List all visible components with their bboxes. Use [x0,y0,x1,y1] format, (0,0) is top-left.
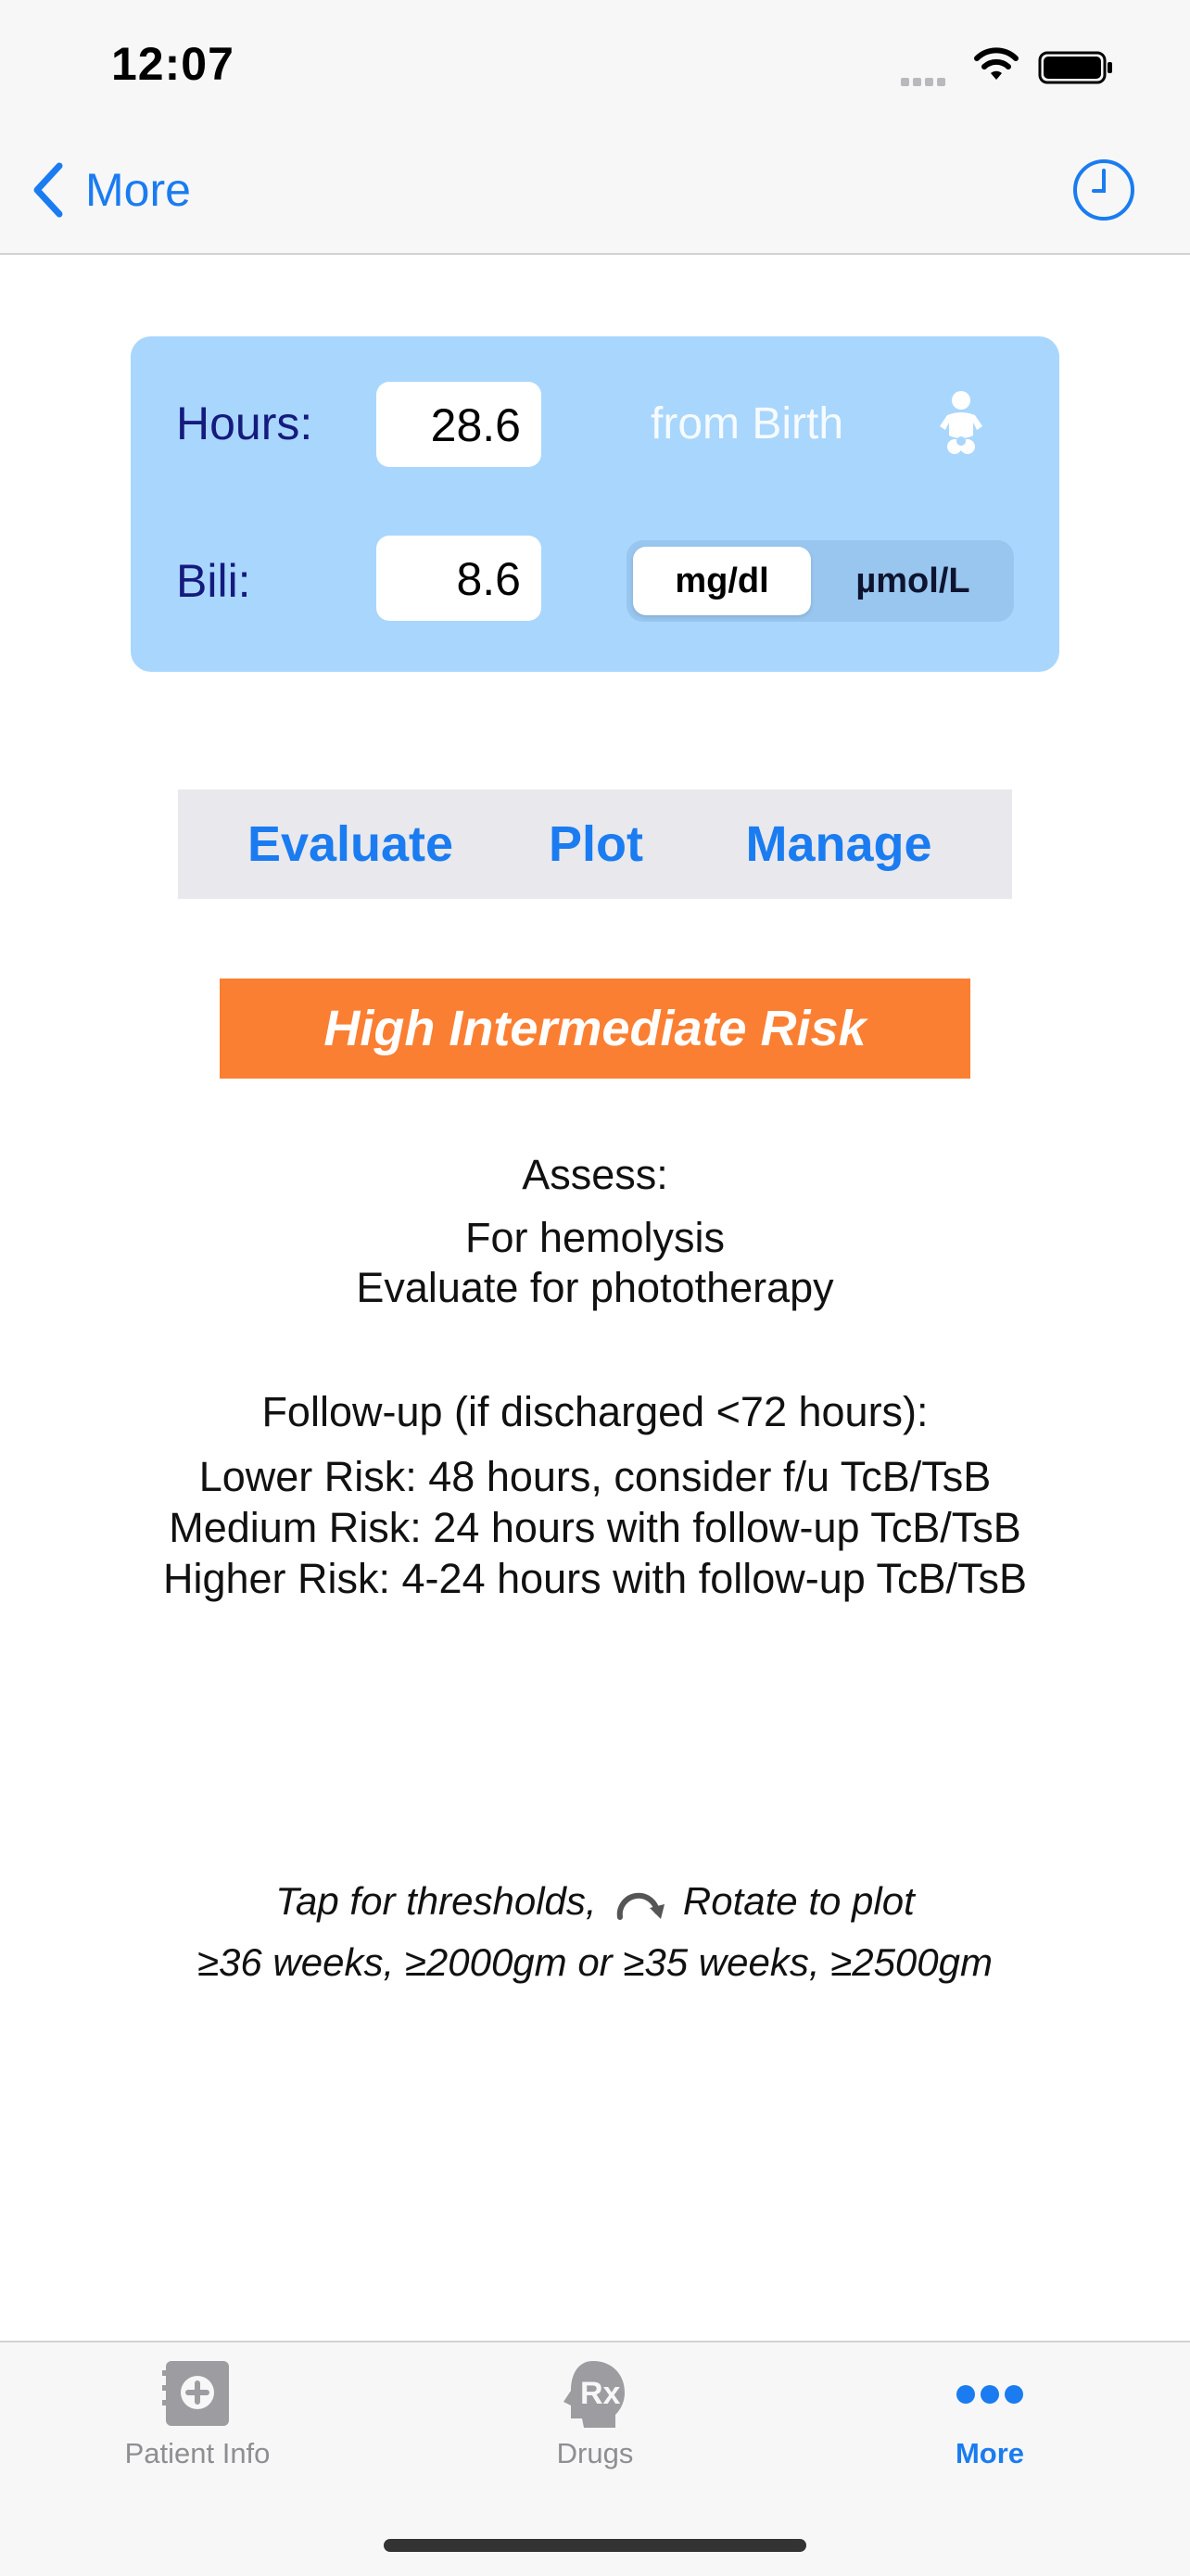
chevron-left-icon [33,162,63,218]
rotate-icon [617,1892,665,1920]
criteria-text: ≥36 weeks, ≥2000gm or ≥35 weeks, ≥2500gm [197,1940,993,1984]
more-dots-icon [956,2385,1023,2404]
hours-label: Hours: [176,398,313,449]
followup-item: Higher Risk: 4-24 hours with follow-up T… [162,1555,1028,1602]
back-label: More [85,164,191,216]
rotate-hint: Rotate to plot [682,1879,915,1923]
battery-icon [1038,51,1112,84]
assess-item: For hemolysis [464,1214,726,1261]
assess-heading: Assess: [522,1151,668,1198]
svg-text:Rx: Rx [580,2376,621,2411]
unit-option-mgdl[interactable]: mg/dl [633,547,811,615]
drugs-rx-icon: Rx [563,2361,625,2428]
cellular-signal-icon [901,74,956,86]
hint-line: Tap for thresholds, Rotate to plot [0,1879,1190,1928]
tab-plot[interactable]: Plot [519,789,673,899]
tabbar-item-more[interactable]: More [851,2357,1129,2470]
home-indicator [384,2539,806,2552]
hours-input[interactable]: 28.6 [376,382,541,467]
status-time: 12:07 [111,38,234,90]
risk-banner[interactable]: High Intermediate Risk [220,979,970,1079]
back-button[interactable]: More [32,158,191,222]
assess-item: Evaluate for phototherapy [356,1264,834,1311]
history-clock-icon[interactable] [1071,158,1136,222]
tabbar-item-drugs[interactable]: Rx Drugs [456,2357,734,2470]
followup-item: Lower Risk: 48 hours, consider f/u TcB/T… [198,1453,992,1500]
followup-heading: Follow-up (if discharged <72 hours): [261,1388,929,1435]
tabbar-item-patient-info[interactable]: Patient Info [58,2357,336,2470]
patient-info-icon [162,2361,229,2426]
bili-label: Bili: [176,555,251,607]
unit-option-umoll[interactable]: µmol/L [816,547,1010,615]
followup-item: Medium Risk: 24 hours with follow-up TcB… [169,1504,1021,1551]
tabbar-label: More [955,2437,1025,2469]
tabbar-label: Patient Info [124,2437,271,2469]
from-birth-label: from Birth [651,399,844,448]
tabbar-label: Drugs [556,2437,634,2469]
bili-input[interactable]: 8.6 [376,536,541,621]
tap-thresholds-hint[interactable]: Tap for thresholds, [275,1879,596,1923]
tab-evaluate[interactable]: Evaluate [222,789,478,899]
wifi-icon [974,47,1019,80]
tab-manage[interactable]: Manage [721,789,956,899]
baby-icon[interactable] [932,389,990,460]
